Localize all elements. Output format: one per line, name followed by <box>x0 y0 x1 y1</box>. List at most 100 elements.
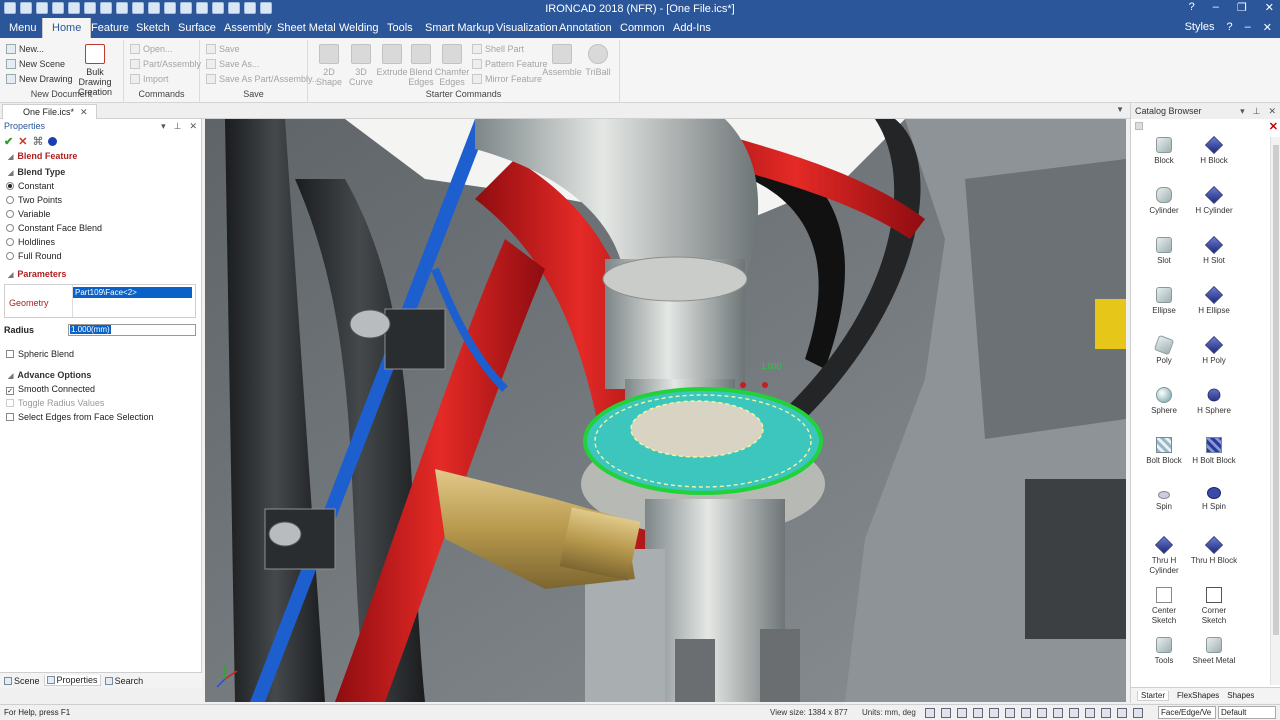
radio-variable[interactable]: Variable <box>0 207 201 221</box>
catalog-item-h-poly[interactable]: H Poly <box>1185 335 1243 366</box>
collapse-triangle-icon[interactable]: ◢ <box>8 170 13 177</box>
import-button[interactable]: Import <box>130 74 169 84</box>
close-icon[interactable]: ✕ <box>1265 1 1274 14</box>
cancel-x-icon[interactable]: ✕ <box>18 135 27 148</box>
section-icon[interactable] <box>1053 708 1063 718</box>
catalog-item-thru-h-block[interactable]: Thru H Block <box>1185 535 1243 566</box>
render-mode-icon[interactable] <box>1021 708 1031 718</box>
filter-icon[interactable] <box>1133 708 1143 718</box>
checkbox-checked[interactable]: ✓ <box>6 387 14 395</box>
collapse-triangle-icon[interactable]: ◢ <box>8 272 13 279</box>
save-as-button[interactable]: Save As... <box>206 59 260 69</box>
catalog-item-sheet-metal[interactable]: Sheet Metal <box>1185 637 1243 666</box>
measure-icon[interactable] <box>1101 708 1111 718</box>
catalog-item-h-spin[interactable]: H Spin <box>1185 487 1243 512</box>
assemble-button[interactable]: Assemble <box>542 44 582 77</box>
radio-button[interactable] <box>6 252 14 260</box>
geometry-selection[interactable]: Part109\Face<2> <box>73 287 192 298</box>
mirror-feature-button[interactable]: Mirror Feature <box>472 74 542 84</box>
toggle-radius-checkbox[interactable]: Toggle Radius Values <box>0 396 200 410</box>
catalog-item-h-sphere[interactable]: H Sphere <box>1185 385 1243 416</box>
tab-properties[interactable]: Properties <box>43 675 101 686</box>
geometry-field[interactable]: Geometry Part109\Face<2> <box>4 284 196 318</box>
pan-icon[interactable] <box>957 708 967 718</box>
open-button[interactable]: Open... <box>130 44 173 54</box>
pointer-icon[interactable] <box>1117 708 1127 718</box>
catalog-pin-icon[interactable]: ⊥ <box>1253 103 1261 119</box>
catalog-item-h-ellipse[interactable]: H Ellipse <box>1185 285 1243 316</box>
pin-icon[interactable]: ⊥ <box>174 119 182 133</box>
select-edges-checkbox[interactable]: Select Edges from Face Selection <box>0 410 200 424</box>
extrude-button[interactable]: Extrude <box>374 44 410 77</box>
shadow-icon[interactable] <box>1037 708 1047 718</box>
tab-search[interactable]: Search <box>104 676 143 686</box>
checkbox-disabled[interactable] <box>6 399 14 407</box>
blend-handle[interactable] <box>762 382 768 388</box>
styles-menu[interactable]: Styles <box>1185 21 1215 34</box>
radio-full-round[interactable]: Full Round <box>0 249 201 263</box>
radio-constant-face-blend[interactable]: Constant Face Blend <box>0 221 201 235</box>
catalog-item-corner-sketch[interactable]: Corner Sketch <box>1185 587 1243 626</box>
radio-button[interactable] <box>6 210 14 218</box>
document-tab[interactable]: One File.ics* ✕ <box>2 104 97 119</box>
save-button[interactable]: Save <box>206 44 240 54</box>
preview-glasses-icon[interactable]: ⌘ <box>32 135 43 148</box>
tab-scene[interactable]: Scene <box>4 676 40 686</box>
new-drawing-button[interactable]: New Drawing <box>6 74 73 84</box>
tab-menu[interactable]: Menu <box>0 18 46 38</box>
minimize-icon[interactable]: – <box>1213 1 1219 14</box>
catalog-close-icon[interactable]: ✕ <box>1268 103 1276 119</box>
ok-check-icon[interactable]: ✔ <box>4 135 13 148</box>
panel-close-icon[interactable]: ✕ <box>189 119 197 133</box>
new-scene-button[interactable]: New Scene <box>6 59 65 69</box>
tab-add-ins[interactable]: Add-Ins <box>664 18 720 38</box>
help-circle-icon[interactable] <box>48 136 58 146</box>
collapse-triangle-icon[interactable]: ◢ <box>8 373 13 380</box>
catalog-dropdown-icon[interactable]: ▾ <box>1240 103 1245 119</box>
radio-two-points[interactable]: Two Points <box>0 193 201 207</box>
new-button[interactable]: New... <box>6 44 44 54</box>
help-icon[interactable]: ? <box>1189 1 1195 14</box>
ribbon-help-icon[interactable]: ? <box>1227 21 1233 34</box>
collapse-triangle-icon[interactable]: ◢ <box>8 154 13 161</box>
2d-shape-button[interactable]: 2D Shape <box>312 44 346 87</box>
catalog-tab-starter[interactable]: Starter <box>1137 690 1170 701</box>
3d-viewport[interactable]: 1.000 <box>205 119 1126 702</box>
radio-holdlines[interactable]: Holdlines <box>0 235 201 249</box>
checkbox[interactable] <box>6 413 14 421</box>
radio-button[interactable] <box>6 238 14 246</box>
part-assembly-button[interactable]: Part/Assembly <box>130 59 201 69</box>
catalog-back-icon[interactable] <box>1135 122 1143 130</box>
catalog-tab-flexshapes[interactable]: FlexShapes <box>1177 691 1219 700</box>
tabs-dropdown-icon[interactable]: ▼ <box>1116 105 1124 114</box>
triball-button[interactable]: TriBall <box>582 44 614 77</box>
zoom-window-icon[interactable] <box>941 708 951 718</box>
catalog-item-h-slot[interactable]: H Slot <box>1185 235 1243 266</box>
chamfer-edges-button[interactable]: Chamfer Edges <box>434 44 470 87</box>
catalog-remove-icon[interactable]: ✕ <box>1269 120 1278 133</box>
orbit-icon[interactable] <box>973 708 983 718</box>
document-tab-close-icon[interactable]: ✕ <box>80 107 88 117</box>
display-icon[interactable] <box>1069 708 1079 718</box>
blend-edges-button[interactable]: Blend Edges <box>406 44 436 87</box>
spheric-blend-checkbox[interactable]: Spheric Blend <box>0 347 200 361</box>
zoom-icon[interactable] <box>925 708 935 718</box>
selection-filter-dropdown[interactable]: Face/Edge/Ve <box>1158 706 1216 719</box>
panel-dropdown-icon[interactable]: ▾ <box>161 119 166 133</box>
catalog-item-h-block[interactable]: H Block <box>1185 135 1243 166</box>
checkbox[interactable] <box>6 350 14 358</box>
pattern-feature-button[interactable]: Pattern Feature <box>472 59 548 69</box>
save-as-part-button[interactable]: Save As Part/Assembly... <box>206 74 319 84</box>
smooth-connected-checkbox[interactable]: ✓ Smooth Connected <box>0 382 200 396</box>
radio-constant[interactable]: Constant <box>0 179 201 193</box>
3d-curve-button[interactable]: 3D Curve <box>344 44 378 87</box>
ribbon-close-icon[interactable]: ✕ <box>1263 21 1272 34</box>
catalog-tab-shapes[interactable]: Shapes <box>1227 691 1254 700</box>
catalog-scrollbar[interactable] <box>1270 137 1280 685</box>
catalog-item-h-bolt-block[interactable]: H Bolt Block <box>1185 437 1243 466</box>
fit-view-icon[interactable] <box>989 708 999 718</box>
radio-button[interactable] <box>6 224 14 232</box>
ribbon-minimize-icon[interactable]: – <box>1245 21 1251 34</box>
restore-icon[interactable]: ❐ <box>1237 1 1247 14</box>
radius-input[interactable]: 1.000(mm) <box>68 324 196 336</box>
